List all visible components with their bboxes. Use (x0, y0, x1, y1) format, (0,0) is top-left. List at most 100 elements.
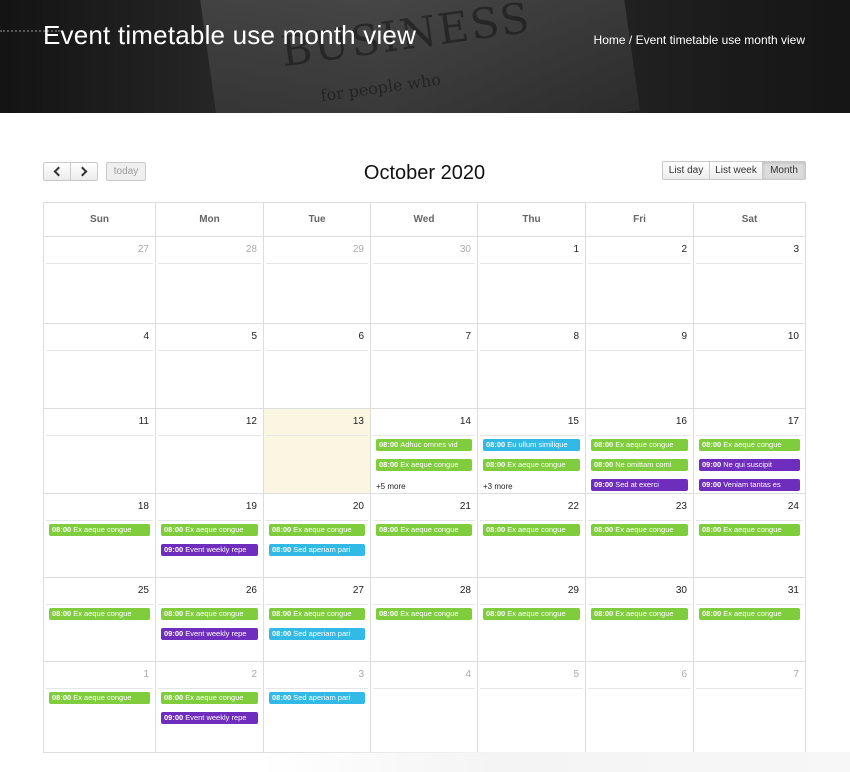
calendar-event[interactable]: 09:00 Ne qui suscipit (699, 459, 800, 471)
calendar-event[interactable]: 08:00 Ex aeque congue (699, 608, 800, 620)
day-cell[interactable]: 10 (693, 324, 805, 408)
calendar-event[interactable]: 08:00 Ex aeque congue (376, 524, 472, 536)
day-number[interactable]: 21 (460, 501, 471, 512)
day-number[interactable]: 6 (681, 669, 687, 680)
view-list-day-button[interactable]: List day (662, 161, 710, 180)
day-cell[interactable]: 23 08:00 Ex aeque congue (585, 494, 693, 577)
calendar-event[interactable]: 09:00 Sed at exerci (591, 479, 688, 491)
day-number[interactable]: 23 (676, 501, 687, 512)
calendar-event[interactable]: 08:00 Ex aeque congue (591, 608, 688, 620)
calendar-event[interactable]: 08:00 Ex aeque congue (376, 459, 472, 471)
day-number[interactable]: 8 (573, 331, 579, 342)
view-month-button[interactable]: Month (762, 161, 806, 180)
day-cell[interactable]: 27 (44, 237, 155, 323)
day-number[interactable]: 4 (143, 331, 149, 342)
day-number[interactable]: 20 (353, 501, 364, 512)
calendar-event[interactable]: 09:00 Event weekly repe (161, 712, 258, 724)
day-cell[interactable]: 2 08:00 Ex aeque congue 09:00 Event weekly r… (155, 662, 263, 752)
calendar-event[interactable]: 08:00 Ex aeque congue (49, 692, 150, 704)
day-cell[interactable]: 5 (477, 662, 585, 752)
day-number[interactable]: 13 (353, 416, 364, 427)
day-number[interactable]: 12 (246, 416, 257, 427)
calendar-event[interactable]: 09:00 Event weekly repe (161, 544, 258, 556)
next-month-button[interactable] (70, 162, 98, 181)
day-number[interactable]: 9 (681, 331, 687, 342)
day-cell[interactable]: 28 08:00 Ex aeque congue (370, 578, 477, 661)
day-number[interactable]: 3 (793, 244, 799, 255)
day-number[interactable]: 6 (358, 331, 364, 342)
day-number[interactable]: 25 (138, 585, 149, 596)
day-cell[interactable]: 26 08:00 Ex aeque congue 09:00 Event weekly … (155, 578, 263, 661)
day-number[interactable]: 29 (353, 244, 364, 255)
calendar-event[interactable]: 08:00 Ex aeque congue (591, 524, 688, 536)
calendar-event[interactable]: 09:00 Veniam tantas es (699, 479, 800, 491)
day-cell[interactable]: 7 (693, 662, 805, 752)
calendar-event[interactable]: 08:00 Sed aperiam pari (269, 544, 365, 556)
day-cell[interactable]: 29 (263, 237, 370, 323)
more-events-link[interactable]: +3 more (483, 482, 513, 491)
day-number[interactable]: 2 (251, 669, 257, 680)
day-number[interactable]: 30 (460, 244, 471, 255)
day-cell[interactable]: 24 08:00 Ex aeque congue (693, 494, 805, 577)
day-number[interactable]: 14 (460, 416, 471, 427)
today-button[interactable]: today (106, 162, 146, 181)
day-cell[interactable]: 3 (693, 237, 805, 323)
day-cell[interactable]: 21 08:00 Ex aeque congue (370, 494, 477, 577)
day-cell[interactable]: 6 (263, 324, 370, 408)
day-number[interactable]: 4 (465, 669, 471, 680)
calendar-event[interactable]: 08:00 Ex aeque congue (699, 524, 800, 536)
calendar-event[interactable]: 08:00 Ex aeque congue (699, 439, 800, 451)
calendar-event[interactable]: 08:00 Ex aeque congue (269, 524, 365, 536)
prev-month-button[interactable] (43, 162, 71, 181)
calendar-event[interactable]: 08:00 Sed aperiam pari (269, 692, 365, 704)
day-cell[interactable]: 11 (44, 409, 155, 493)
day-number[interactable]: 5 (573, 669, 579, 680)
calendar-event[interactable]: 08:00 Eu ullum similique (483, 439, 580, 451)
day-number[interactable]: 10 (788, 331, 799, 342)
day-cell[interactable]: 31 08:00 Ex aeque congue (693, 578, 805, 661)
day-number[interactable]: 1 (143, 669, 149, 680)
day-cell[interactable]: 22 08:00 Ex aeque congue (477, 494, 585, 577)
calendar-event[interactable]: 08:00 Ex aeque congue (483, 459, 580, 471)
day-number[interactable]: 30 (676, 585, 687, 596)
day-number[interactable]: 26 (246, 585, 257, 596)
day-cell[interactable]: 15 08:00 Eu ullum similique 08:00 Ex aeque c… (477, 409, 585, 493)
day-number[interactable]: 5 (251, 331, 257, 342)
calendar-event[interactable]: 08:00 Ex aeque congue (161, 692, 258, 704)
day-cell[interactable]: 28 (155, 237, 263, 323)
calendar-event[interactable]: 08:00 Ne omittam comi (591, 459, 688, 471)
day-cell[interactable]: 29 08:00 Ex aeque congue (477, 578, 585, 661)
day-number[interactable]: 11 (139, 416, 149, 427)
day-cell[interactable]: 20 08:00 Ex aeque congue 08:00 Sed aperiam p… (263, 494, 370, 577)
day-number[interactable]: 29 (568, 585, 579, 596)
day-cell[interactable]: 3 08:00 Sed aperiam pari (263, 662, 370, 752)
day-number[interactable]: 16 (676, 416, 687, 427)
day-number[interactable]: 17 (788, 416, 799, 427)
day-cell[interactable]: 8 (477, 324, 585, 408)
day-cell[interactable]: 30 (370, 237, 477, 323)
day-number[interactable]: 1 (573, 244, 579, 255)
day-cell[interactable]: 4 (44, 324, 155, 408)
calendar-event[interactable]: 08:00 Sed aperiam pari (269, 628, 365, 640)
day-number[interactable]: 7 (465, 331, 471, 342)
day-number[interactable]: 31 (788, 585, 799, 596)
calendar-event[interactable]: 09:00 Event weekly repe (161, 628, 258, 640)
day-number[interactable]: 24 (788, 501, 799, 512)
day-cell[interactable]: 7 (370, 324, 477, 408)
day-cell[interactable]: 14 08:00 Adhuc omnes vid 08:00 Ex aeque cong… (370, 409, 477, 493)
day-cell[interactable]: 1 (477, 237, 585, 323)
day-cell[interactable]: 4 (370, 662, 477, 752)
day-cell[interactable]: 27 08:00 Ex aeque congue 08:00 Sed aperiam p… (263, 578, 370, 661)
calendar-event[interactable]: 08:00 Ex aeque congue (483, 524, 580, 536)
calendar-event[interactable]: 08:00 Ex aeque congue (49, 608, 150, 620)
day-cell[interactable]: 6 (585, 662, 693, 752)
day-number[interactable]: 28 (246, 244, 257, 255)
calendar-event[interactable]: 08:00 Ex aeque congue (269, 608, 365, 620)
day-cell[interactable]: 1 08:00 Ex aeque congue (44, 662, 155, 752)
calendar-event[interactable]: 08:00 Ex aeque congue (591, 439, 688, 451)
calendar-event[interactable]: 08:00 Adhuc omnes vid (376, 439, 472, 451)
view-list-week-button[interactable]: List week (709, 161, 763, 180)
calendar-event[interactable]: 08:00 Ex aeque congue (376, 608, 472, 620)
day-number[interactable]: 28 (460, 585, 471, 596)
day-cell[interactable]: 19 08:00 Ex aeque congue 09:00 Event weekly … (155, 494, 263, 577)
